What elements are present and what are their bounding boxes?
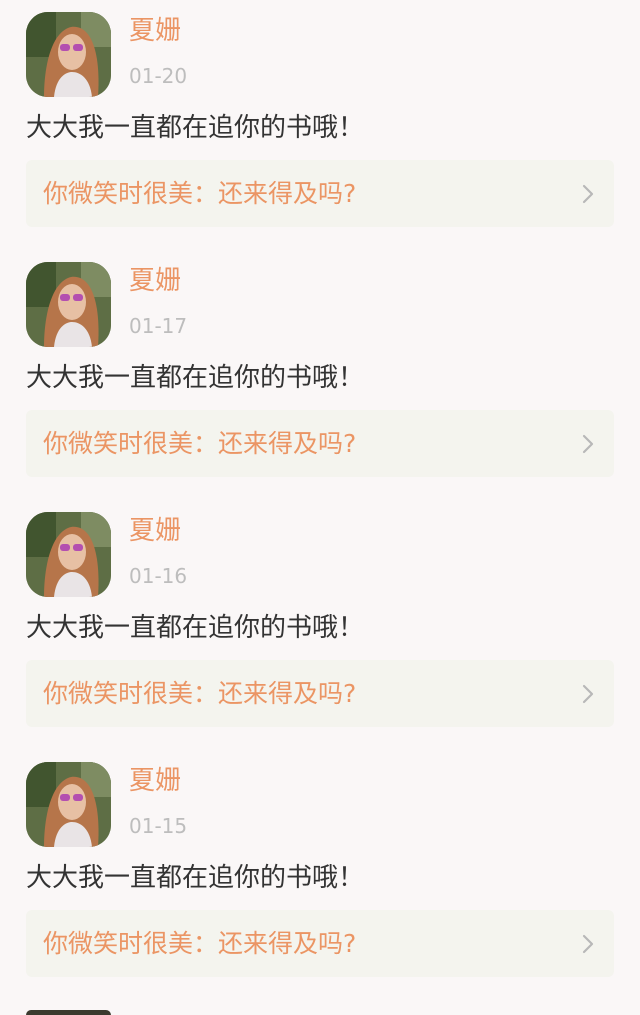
comment-item: 夏姗 01-20 大大我一直都在追你的书哦！ 你微笑时很美：还来得及吗? [0, 0, 640, 250]
book-link-card[interactable]: 你微笑时很美：还来得及吗? [26, 660, 614, 727]
chevron-right-icon [582, 184, 594, 204]
book-title: 你微笑时很美：还来得及吗? [43, 679, 357, 708]
username[interactable]: 夏姗 [129, 14, 181, 48]
chevron-right-icon [582, 934, 594, 954]
username[interactable]: 夏姗 [129, 264, 181, 298]
book-title: 你微笑时很美：还来得及吗? [43, 929, 357, 958]
avatar[interactable] [26, 12, 111, 97]
comment-date: 01-20 [129, 64, 188, 88]
comment-text: 大大我一直都在追你的书哦！ [26, 113, 365, 143]
username[interactable]: 夏姗 [129, 764, 181, 798]
comment-date: 01-15 [129, 814, 188, 838]
comment-item: 夏姗 01-17 大大我一直都在追你的书哦！ 你微笑时很美：还来得及吗? [0, 250, 640, 500]
username[interactable]: 夏姗 [129, 514, 181, 548]
chevron-right-icon [582, 434, 594, 454]
comment-text: 大大我一直都在追你的书哦！ [26, 613, 365, 643]
comment-date: 01-17 [129, 314, 188, 338]
chevron-right-icon [582, 684, 594, 704]
comment-text: 大大我一直都在追你的书哦！ [26, 863, 365, 893]
avatar[interactable] [26, 1010, 111, 1015]
book-link-card[interactable]: 你微笑时很美：还来得及吗? [26, 910, 614, 977]
comment-date: 01-16 [129, 564, 188, 588]
avatar[interactable] [26, 512, 111, 597]
book-link-card[interactable]: 你微笑时很美：还来得及吗? [26, 160, 614, 227]
comment-text: 大大我一直都在追你的书哦！ [26, 363, 365, 393]
book-link-card[interactable]: 你微笑时很美：还来得及吗? [26, 410, 614, 477]
comment-item: 夏姗 01-16 大大我一直都在追你的书哦！ 你微笑时很美：还来得及吗? [0, 500, 640, 750]
book-title: 你微笑时很美：还来得及吗? [43, 179, 357, 208]
comment-item: 夏姗 01-15 大大我一直都在追你的书哦！ 你微笑时很美：还来得及吗? [0, 750, 640, 1000]
avatar[interactable] [26, 262, 111, 347]
avatar[interactable] [26, 762, 111, 847]
book-title: 你微笑时很美：还来得及吗? [43, 429, 357, 458]
